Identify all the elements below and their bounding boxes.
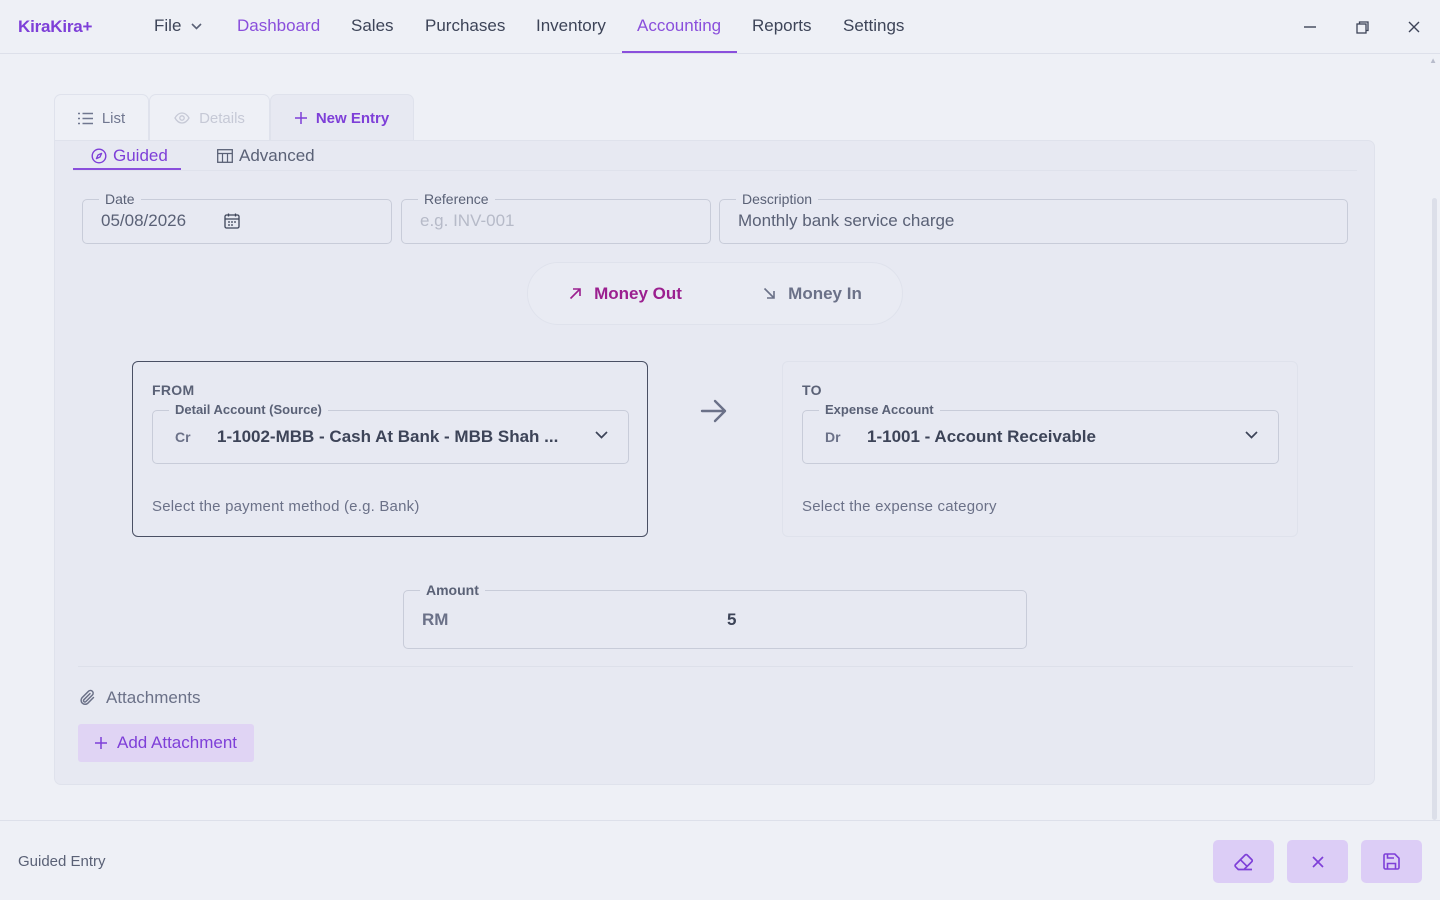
description-label: Description [736,191,819,207]
source-account-label: Detail Account (Source) [169,402,328,418]
title-bar: KiraKira+ File Dashboard Sales Purchases… [0,0,1440,54]
save-button[interactable] [1361,840,1422,883]
eraser-icon [1233,853,1253,870]
close-icon [1408,21,1420,33]
save-icon [1383,853,1400,870]
money-in-button[interactable]: Money In [723,263,902,324]
money-out-button[interactable]: Money Out [528,263,723,324]
tab-new-entry[interactable]: New Entry [270,94,414,141]
date-label: Date [99,191,141,207]
scrollbar[interactable] [1432,198,1437,820]
list-icon [77,112,93,124]
nav-accounting[interactable]: Accounting [637,16,721,36]
close-window-button[interactable] [1401,14,1427,40]
expense-account-value: 1-1001 - Account Receivable [867,427,1096,446]
paperclip-icon [80,689,95,705]
active-nav-indicator [622,51,737,53]
source-account-select[interactable]: Detail Account (Source) Cr 1-1002-MBB - … [152,402,629,464]
mode-tabs: Guided Advanced [73,141,1357,171]
date-value: 05/08/2026 [101,211,187,230]
cancel-button[interactable] [1287,840,1348,883]
calendar-icon[interactable] [224,213,240,229]
table-icon [217,149,233,163]
amount-value: 5 [727,610,737,629]
scroll-up-arrow[interactable]: ▲ [1429,56,1437,65]
chevron-down-icon [191,22,202,30]
money-in-label: Money In [788,283,862,303]
mode-guided-label: Guided [113,146,168,165]
nav-inventory[interactable]: Inventory [536,16,606,36]
money-out-label: Money Out [594,283,682,303]
add-attachment-label: Add Attachment [116,733,238,752]
arrow-up-right-icon [570,288,581,300]
entry-panel: Guided Advanced Date 05/08/2026 Referenc… [54,140,1375,785]
from-card: FROM Detail Account (Source) Cr 1-1002-M… [132,361,648,537]
arrow-down-right-icon [764,287,775,299]
nav-sales[interactable]: Sales [351,16,394,36]
minimize-icon [1304,26,1316,28]
minimize-button[interactable] [1297,14,1323,40]
plus-icon [294,112,307,124]
attachments-header: Attachments [80,688,201,708]
source-account-value: 1-1002-MBB - Cash At Bank - MBB Shah ... [217,427,559,446]
clear-button[interactable] [1213,840,1274,883]
attachments-title: Attachments [106,688,201,707]
arrow-right-icon [700,399,727,423]
debit-tag: Dr [825,429,841,445]
mode-advanced-tab[interactable]: Advanced [217,146,315,166]
file-menu[interactable]: File [154,16,202,36]
divider [78,666,1353,667]
reference-label: Reference [418,191,495,207]
close-icon [1311,855,1324,868]
active-mode-indicator [73,168,181,170]
currency-prefix: RM [422,610,449,629]
amount-field[interactable]: Amount RM 5 [403,582,1027,649]
footer-bar: Guided Entry [0,820,1440,900]
to-help-text: Select the expense category [802,498,997,515]
footer-label: Guided Entry [18,853,106,870]
tab-new-entry-label: New Entry [315,109,390,127]
direction-toggle: Money Out Money In [527,262,903,325]
description-value: Monthly bank service charge [738,211,955,230]
mode-guided-tab[interactable]: Guided [91,146,168,166]
tab-list[interactable]: List [54,94,149,141]
credit-tag: Cr [175,429,191,445]
tab-details-label: Details [199,109,245,127]
compass-icon [91,148,107,164]
description-field[interactable]: Description Monthly bank service charge [719,191,1348,244]
app-logo: KiraKira+ [18,17,93,36]
expense-account-select[interactable]: Expense Account Dr 1-1001 - Account Rece… [802,402,1279,464]
nav-reports[interactable]: Reports [752,16,812,36]
mode-advanced-label: Advanced [239,146,315,165]
chevron-down-icon [1245,431,1258,439]
file-menu-label: File [154,16,182,35]
expense-account-label: Expense Account [819,402,940,418]
eye-icon [174,112,190,124]
from-title: FROM [152,382,195,398]
add-attachment-button[interactable]: Add Attachment [78,724,254,762]
chevron-down-icon [595,431,608,439]
date-field[interactable]: Date 05/08/2026 [82,191,392,244]
restore-button[interactable] [1349,14,1375,40]
reference-placeholder: e.g. INV-001 [420,211,515,230]
tab-list-label: List [101,109,126,127]
nav-settings[interactable]: Settings [843,16,904,36]
tab-details[interactable]: Details [149,94,270,141]
restore-icon [1355,20,1369,34]
nav-dashboard[interactable]: Dashboard [237,16,320,36]
reference-field[interactable]: Reference e.g. INV-001 [401,191,711,244]
to-card: TO Expense Account Dr 1-1001 - Account R… [782,361,1298,537]
from-help-text: Select the payment method (e.g. Bank) [152,498,420,515]
to-title: TO [802,382,822,398]
nav-purchases[interactable]: Purchases [425,16,505,36]
amount-label: Amount [420,582,485,598]
plus-icon [94,737,107,749]
